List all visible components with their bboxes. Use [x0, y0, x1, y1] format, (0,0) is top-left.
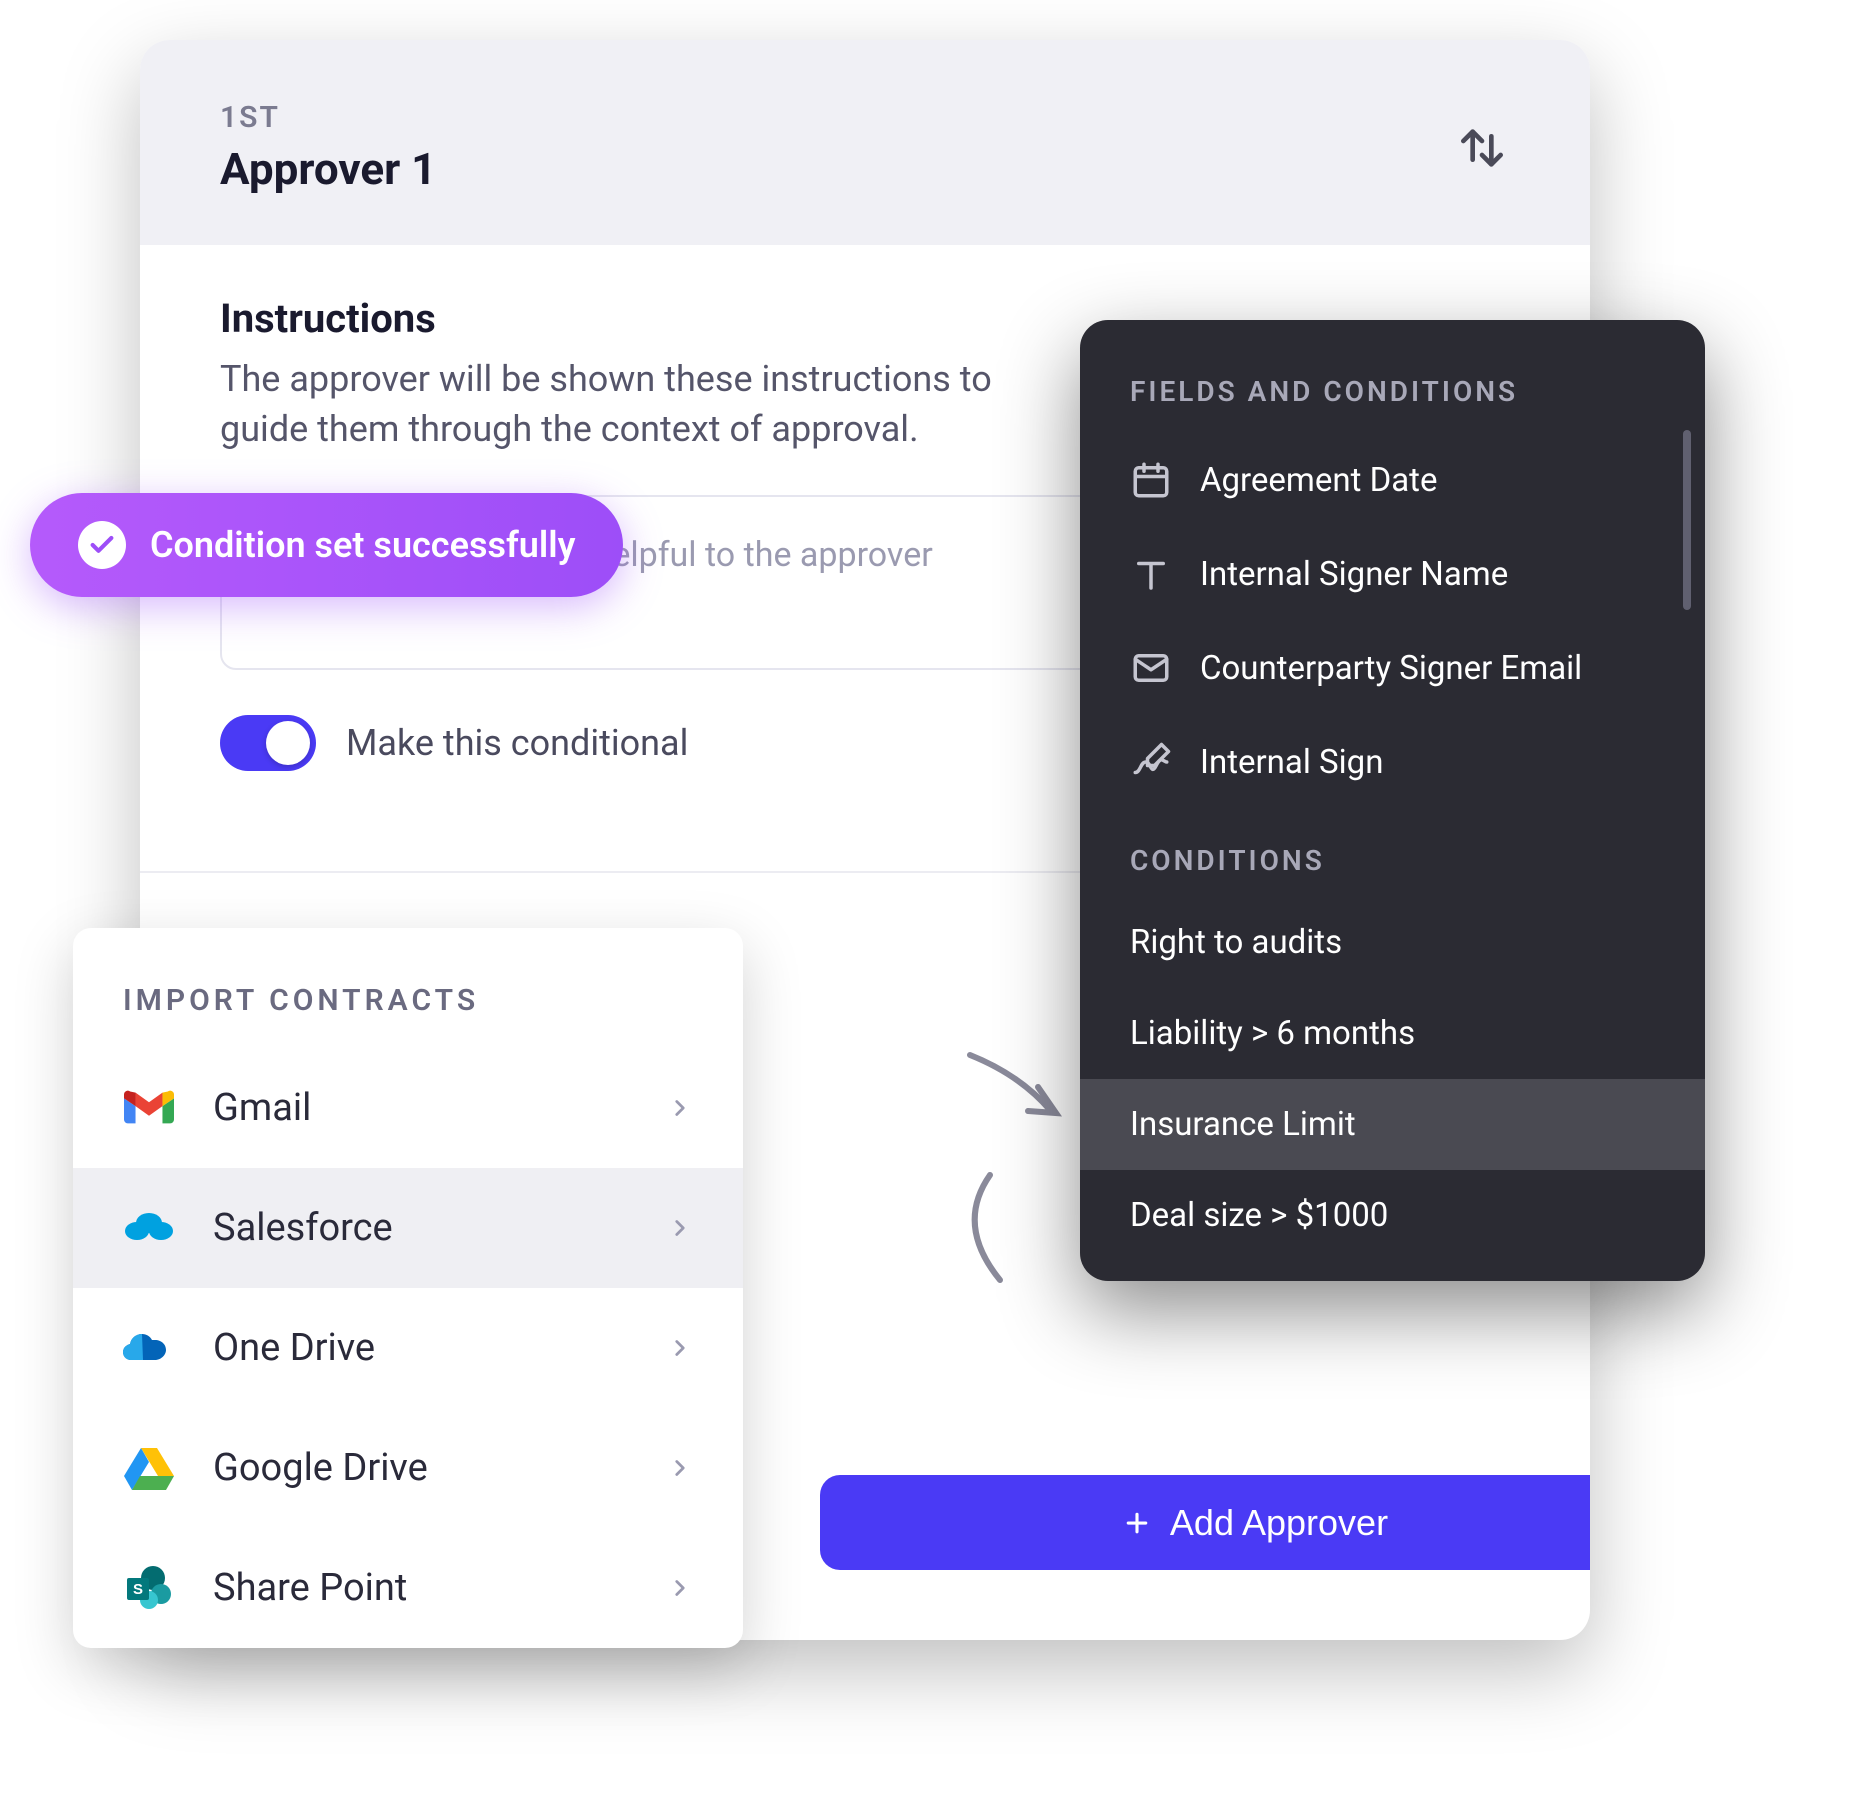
import-item-sharepoint[interactable]: S Share Point [73, 1528, 743, 1648]
signature-icon [1130, 741, 1172, 783]
add-approver-label: Add Approver [1170, 1502, 1388, 1544]
import-item-label: Salesforce [213, 1206, 629, 1250]
import-item-gmail[interactable]: Gmail [73, 1048, 743, 1168]
import-item-onedrive[interactable]: One Drive [73, 1288, 743, 1408]
condition-item[interactable]: Insurance Limit [1080, 1079, 1705, 1170]
import-item-googledrive[interactable]: Google Drive [73, 1408, 743, 1528]
approver-title: Approver 1 [220, 143, 436, 195]
import-item-label: Share Point [213, 1566, 629, 1610]
text-icon [1130, 553, 1172, 595]
approver-header-text: 1ST Approver 1 [220, 100, 436, 195]
onedrive-icon [123, 1322, 175, 1374]
chevron-right-icon [667, 1575, 693, 1601]
salesforce-icon [123, 1202, 175, 1254]
import-item-label: Google Drive [213, 1446, 629, 1490]
toggle-knob [266, 721, 310, 765]
field-item-agreement-date[interactable]: Agreement Date [1080, 433, 1705, 527]
success-toast: Condition set successfully [30, 493, 623, 597]
calendar-icon [1130, 459, 1172, 501]
condition-item[interactable]: Right to audits [1080, 897, 1705, 988]
field-item-internal-signer-name[interactable]: Internal Signer Name [1080, 527, 1705, 621]
conditions-title: CONDITIONS [1080, 809, 1705, 897]
arrow-sketch-icon [960, 1045, 1090, 1295]
instructions-description: The approver will be shown these instruc… [220, 354, 1070, 455]
fields-conditions-panel: FIELDS AND CONDITIONS Agreement Date Int… [1080, 320, 1705, 1281]
conditional-toggle[interactable] [220, 715, 316, 771]
scrollbar[interactable] [1683, 430, 1691, 610]
svg-text:S: S [133, 1581, 143, 1598]
fields-conditions-title: FIELDS AND CONDITIONS [1080, 375, 1705, 433]
field-label: Internal Sign [1200, 743, 1383, 782]
check-circle-icon [78, 521, 126, 569]
approver-ordinal: 1ST [220, 100, 436, 135]
toast-message: Condition set successfully [150, 524, 575, 566]
field-item-counterparty-signer-email[interactable]: Counterparty Signer Email [1080, 621, 1705, 715]
approver-card-header: 1ST Approver 1 [140, 40, 1590, 245]
condition-item[interactable]: Deal size > $1000 [1080, 1170, 1705, 1261]
sort-arrows-icon[interactable] [1454, 120, 1510, 176]
googledrive-icon [123, 1442, 175, 1494]
mail-icon [1130, 647, 1172, 689]
condition-item[interactable]: Liability > 6 months [1080, 988, 1705, 1079]
add-approver-button[interactable]: Add Approver [820, 1475, 1590, 1570]
chevron-right-icon [667, 1335, 693, 1361]
chevron-right-icon [667, 1095, 693, 1121]
chevron-right-icon [667, 1215, 693, 1241]
field-item-internal-sign[interactable]: Internal Sign [1080, 715, 1705, 809]
import-contracts-panel: IMPORT CONTRACTS Gmail Salesforce One Dr… [73, 928, 743, 1648]
import-item-label: One Drive [213, 1326, 629, 1370]
chevron-right-icon [667, 1455, 693, 1481]
field-label: Agreement Date [1200, 461, 1437, 500]
field-label: Internal Signer Name [1200, 555, 1508, 594]
import-item-salesforce[interactable]: Salesforce [73, 1168, 743, 1288]
import-contracts-title: IMPORT CONTRACTS [73, 983, 743, 1048]
field-label: Counterparty Signer Email [1200, 649, 1582, 688]
plus-icon [1122, 1508, 1152, 1538]
conditional-toggle-label: Make this conditional [346, 722, 688, 764]
gmail-icon [123, 1082, 175, 1134]
import-item-label: Gmail [213, 1086, 629, 1130]
sharepoint-icon: S [123, 1562, 175, 1614]
